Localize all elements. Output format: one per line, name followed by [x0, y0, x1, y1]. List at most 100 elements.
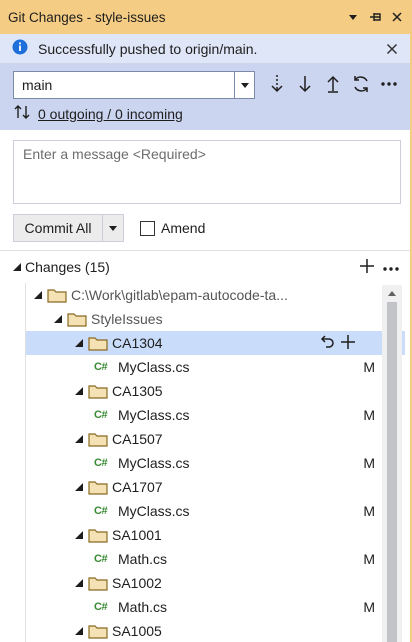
- folder-icon: [88, 336, 108, 351]
- stage-plus-icon[interactable]: [341, 334, 355, 352]
- file-label: MyClass.cs: [118, 407, 190, 423]
- fetch-icon[interactable]: [266, 72, 288, 96]
- folder-icon: [47, 288, 67, 303]
- folder-label: CA1707: [112, 479, 163, 495]
- scroll-up-icon[interactable]: [382, 285, 402, 301]
- changes-actions: [360, 258, 400, 276]
- expand-arrow-icon[interactable]: [73, 577, 85, 589]
- branch-name: main: [22, 77, 53, 93]
- expand-arrow-icon[interactable]: [73, 433, 85, 445]
- tree-file-row[interactable]: C# MyClass.cs M: [26, 355, 405, 379]
- notification-message: Successfully pushed to origin/main.: [38, 40, 258, 57]
- sync-icon[interactable]: [350, 72, 372, 96]
- expand-arrow-icon[interactable]: [52, 313, 64, 325]
- expand-arrow-icon[interactable]: [73, 337, 85, 349]
- expand-arrow-icon[interactable]: [32, 289, 44, 301]
- title-controls: [344, 8, 412, 26]
- chevron-down-icon[interactable]: [234, 72, 254, 98]
- csharp-file-icon: C#: [94, 409, 108, 421]
- changes-header-label: Changes (15): [25, 259, 110, 275]
- tree-folder-row[interactable]: CA1305: [26, 379, 405, 403]
- expand-arrow-icon[interactable]: [73, 625, 85, 637]
- file-label: Math.cs: [118, 551, 168, 567]
- chevron-down-icon[interactable]: [103, 215, 123, 241]
- csharp-file-icon: C#: [94, 553, 108, 565]
- undo-icon[interactable]: [319, 334, 335, 353]
- close-icon[interactable]: [388, 8, 406, 26]
- folder-label: SA1001: [112, 527, 162, 543]
- pull-icon[interactable]: [294, 72, 316, 96]
- status-badge: M: [363, 551, 375, 567]
- tree-folder-row[interactable]: CA1707: [26, 475, 405, 499]
- branch-selector[interactable]: main: [13, 71, 255, 99]
- scrollbar-thumb[interactable]: [387, 302, 397, 642]
- dismiss-notification-icon[interactable]: [384, 41, 400, 57]
- commit-message-input[interactable]: [23, 146, 391, 198]
- folder-label: SA1005: [112, 623, 162, 639]
- status-badge: M: [363, 455, 375, 471]
- tree-file-row[interactable]: C# Math.cs M: [26, 547, 405, 571]
- status-badge: M: [363, 599, 375, 615]
- tree-folder-row[interactable]: StyleIssues: [26, 307, 405, 331]
- sync-status-link[interactable]: 0 outgoing / 0 incoming: [38, 106, 183, 122]
- more-icon[interactable]: [382, 259, 400, 275]
- pin-icon[interactable]: [366, 8, 384, 26]
- row-actions: [319, 334, 355, 353]
- push-icon[interactable]: [322, 72, 344, 96]
- more-icon[interactable]: [378, 72, 400, 96]
- tree-folder-row[interactable]: CA1507: [26, 427, 405, 451]
- branch-panel: main 0 outgoing / 0 incoming: [0, 64, 412, 130]
- folder-icon: [88, 576, 108, 591]
- expand-arrow-icon[interactable]: [11, 261, 23, 273]
- vertical-scrollbar[interactable]: [382, 285, 402, 642]
- window-title: Git Changes - style-issues: [8, 9, 166, 25]
- stage-all-plus-icon[interactable]: [360, 258, 374, 276]
- status-badge: M: [363, 359, 375, 375]
- csharp-file-icon: C#: [94, 601, 108, 613]
- changes-tree: C:\Work\gitlab\epam-autocode-ta... StyleI…: [25, 283, 405, 642]
- csharp-file-icon: C#: [94, 361, 108, 373]
- tree-file-row[interactable]: C# MyClass.cs M: [26, 499, 405, 523]
- expand-arrow-icon[interactable]: [73, 481, 85, 493]
- tree-folder-row[interactable]: SA1005: [26, 619, 405, 642]
- tree-folder-row[interactable]: SA1002: [26, 571, 405, 595]
- sync-status-row: 0 outgoing / 0 incoming: [14, 104, 183, 123]
- tree-file-row[interactable]: C# MyClass.cs M: [26, 403, 405, 427]
- folder-icon: [88, 384, 108, 399]
- window-dropdown-icon[interactable]: [344, 8, 362, 26]
- folder-icon: [88, 528, 108, 543]
- folder-label: CA1304: [112, 335, 163, 351]
- tree-file-row[interactable]: C# Math.cs M: [26, 595, 405, 619]
- arrows-updown-icon: [14, 104, 30, 123]
- info-icon: [12, 39, 28, 58]
- tree-folder-row[interactable]: CA1304: [26, 331, 405, 355]
- tree-file-row[interactable]: C# MyClass.cs M: [26, 451, 405, 475]
- commit-all-button[interactable]: Commit All: [14, 215, 103, 241]
- commit-message-box: [13, 140, 401, 204]
- folder-label: C:\Work\gitlab\epam-autocode-ta...: [71, 287, 288, 303]
- status-badge: M: [363, 407, 375, 423]
- commit-all-split-button: Commit All: [13, 214, 124, 242]
- file-label: MyClass.cs: [118, 359, 190, 375]
- tree-folder-row[interactable]: SA1001: [26, 523, 405, 547]
- folder-label: CA1507: [112, 431, 163, 447]
- status-badge: M: [363, 503, 375, 519]
- folder-icon: [88, 432, 108, 447]
- folder-label: SA1002: [112, 575, 162, 591]
- info-bar: Successfully pushed to origin/main.: [0, 34, 412, 64]
- amend-label: Amend: [161, 220, 206, 236]
- file-label: Math.cs: [118, 599, 168, 615]
- title-bar: Git Changes - style-issues: [0, 0, 412, 34]
- amend-checkbox-group[interactable]: Amend: [140, 220, 205, 236]
- csharp-file-icon: C#: [94, 505, 108, 517]
- git-actions: [266, 72, 400, 96]
- expand-arrow-icon[interactable]: [73, 529, 85, 541]
- changes-header[interactable]: Changes (15): [0, 256, 412, 278]
- folder-icon: [88, 624, 108, 639]
- file-label: MyClass.cs: [118, 503, 190, 519]
- amend-checkbox[interactable]: [140, 220, 155, 236]
- folder-icon: [67, 312, 87, 327]
- file-label: MyClass.cs: [118, 455, 190, 471]
- expand-arrow-icon[interactable]: [73, 385, 85, 397]
- tree-folder-row[interactable]: C:\Work\gitlab\epam-autocode-ta...: [26, 283, 405, 307]
